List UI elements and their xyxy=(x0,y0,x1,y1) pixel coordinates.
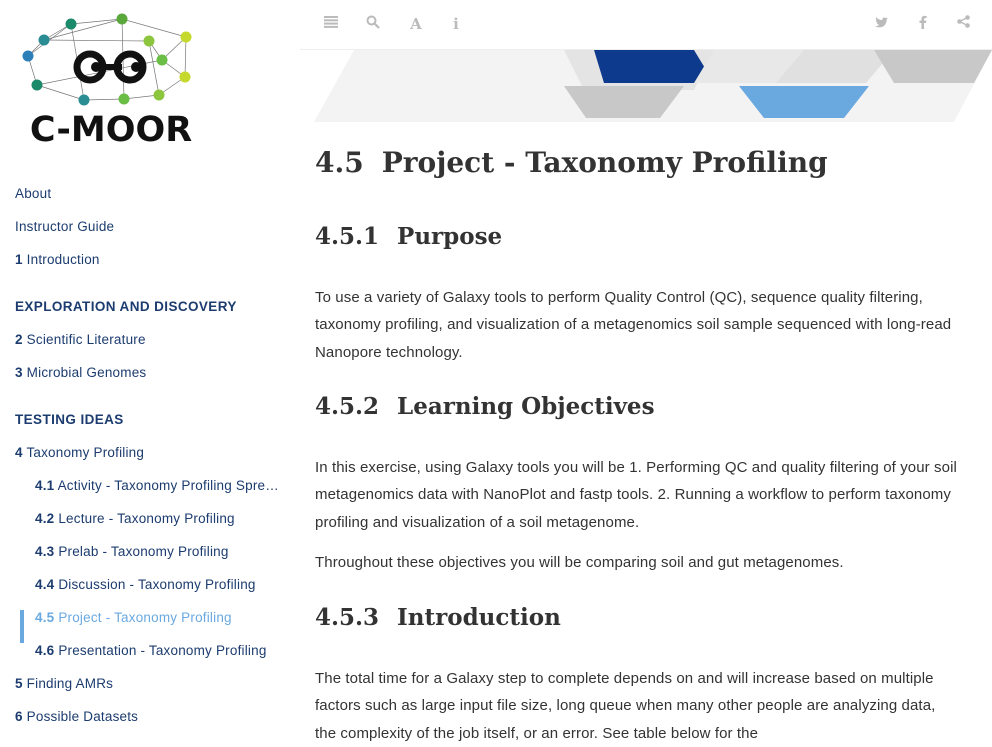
toc-item[interactable]: 5 Finding AMRs xyxy=(15,676,285,691)
toc-item-number: 4.3 xyxy=(35,544,55,559)
toc-item-number: 4 xyxy=(15,445,23,460)
toc-item-label: Taxonomy Profiling xyxy=(26,445,145,460)
purpose-paragraph: To use a variety of Galaxy tools to perf… xyxy=(315,289,952,361)
toc-item[interactable]: 4.4 Discussion - Taxonomy Profiling xyxy=(35,577,282,592)
toc-item[interactable]: 1 Introduction xyxy=(15,252,285,267)
toc-item[interactable]: 4.2 Lecture - Taxonomy Profiling xyxy=(35,511,282,526)
toc-item-number: 1 xyxy=(15,252,23,267)
toc-item[interactable]: 6 Possible Datasets xyxy=(15,709,285,724)
toc-item[interactable]: 4.1 Activity - Taxonomy Profiling Spread… xyxy=(35,478,282,493)
c-moor-logo[interactable]: C-MOOR xyxy=(14,10,209,155)
toc-item-label: Prelab - Taxonomy Profiling xyxy=(58,544,229,559)
share-icon[interactable] xyxy=(954,15,972,33)
objectives-paragraph-2: Throughout these objectives you will be … xyxy=(315,554,844,571)
menu-icon[interactable] xyxy=(322,15,340,33)
toc-item-label: Introduction xyxy=(26,252,100,267)
font-icon[interactable]: A xyxy=(407,15,425,33)
toolbar: A i xyxy=(300,0,992,50)
toc-item-label: Discussion - Taxonomy Profiling xyxy=(58,577,256,592)
toc-item[interactable]: 2 Scientific Literature xyxy=(15,332,285,347)
toc-item-label: Lecture - Taxonomy Profiling xyxy=(58,511,235,526)
toc-item-number: 3 xyxy=(15,365,23,380)
toc-part-heading: TESTING IDEAS xyxy=(15,412,124,427)
toc-item-active[interactable]: 4.5 Project - Taxonomy Profiling xyxy=(35,610,282,625)
toc-item-number: 4.6 xyxy=(35,643,55,658)
introduction-paragraph: The total time for a Galaxy step to comp… xyxy=(315,670,936,742)
toc-item-label: Scientific Literature xyxy=(26,332,146,347)
toc-item-label: About xyxy=(15,186,52,201)
header-banner xyxy=(314,50,992,122)
toc-item-number: 4.2 xyxy=(35,511,55,526)
section-title: Learning Objectives xyxy=(397,393,655,420)
toc-item-number: 5 xyxy=(15,676,23,691)
toc-item-label: Instructor Guide xyxy=(15,219,115,234)
toc-item-label: Finding AMRs xyxy=(26,676,114,691)
toc-item-label: Presentation - Taxonomy Profiling xyxy=(58,643,267,658)
section-heading-purpose: 4.5.1 Purpose xyxy=(315,223,502,250)
section-number: 4.5.2 xyxy=(315,393,380,420)
toc-item[interactable]: 4 Taxonomy Profiling xyxy=(15,445,285,460)
toc-item[interactable]: Instructor Guide xyxy=(15,219,285,234)
toc-item[interactable]: 3 Microbial Genomes xyxy=(15,365,285,380)
toc-item-number: 6 xyxy=(15,709,23,724)
title-number: 4.5 xyxy=(315,146,364,179)
toc-item[interactable]: 4.3 Prelab - Taxonomy Profiling xyxy=(35,544,282,559)
toc-item-label: Activity - Taxonomy Profiling Spreadshee… xyxy=(57,478,282,493)
toc-item-label: Possible Datasets xyxy=(26,709,139,724)
section-number: 4.5.1 xyxy=(315,223,380,250)
toc-part-heading: EXPLORATION AND DISCOVERY xyxy=(15,299,237,314)
section-title: Purpose xyxy=(397,223,503,250)
section-heading-introduction: 4.5.3 Introduction xyxy=(315,604,561,631)
toc-item[interactable]: About xyxy=(15,186,285,201)
toc-item[interactable]: 4.6 Presentation - Taxonomy Profiling xyxy=(35,643,282,658)
sidebar: C-MOOR About Instructor Guide 1 Introducti… xyxy=(0,0,300,744)
search-icon[interactable] xyxy=(364,15,382,33)
info-icon[interactable]: i xyxy=(447,15,465,33)
toc-item-number: 4.1 xyxy=(35,478,55,493)
toc-item-number: 2 xyxy=(15,332,23,347)
page-title: 4.5 Project - Taxonomy Profiling xyxy=(315,146,828,179)
title-text: Project - Taxonomy Profiling xyxy=(381,146,828,179)
toc-item-label: Microbial Genomes xyxy=(26,365,147,380)
twitter-icon[interactable] xyxy=(872,15,890,33)
toc-item-number: 4.5 xyxy=(35,610,55,625)
section-title: Introduction xyxy=(397,604,561,631)
section-number: 4.5.3 xyxy=(315,604,380,631)
active-indicator xyxy=(20,610,24,643)
section-heading-objectives: 4.5.2 Learning Objectives xyxy=(315,393,655,420)
logo-text: C-MOOR xyxy=(30,110,192,150)
toc-item-number: 4.4 xyxy=(35,577,55,592)
objectives-paragraph: In this exercise, using Galaxy tools you… xyxy=(315,459,957,531)
toc-item-label: Project - Taxonomy Profiling xyxy=(58,610,232,625)
facebook-icon[interactable] xyxy=(914,15,932,33)
